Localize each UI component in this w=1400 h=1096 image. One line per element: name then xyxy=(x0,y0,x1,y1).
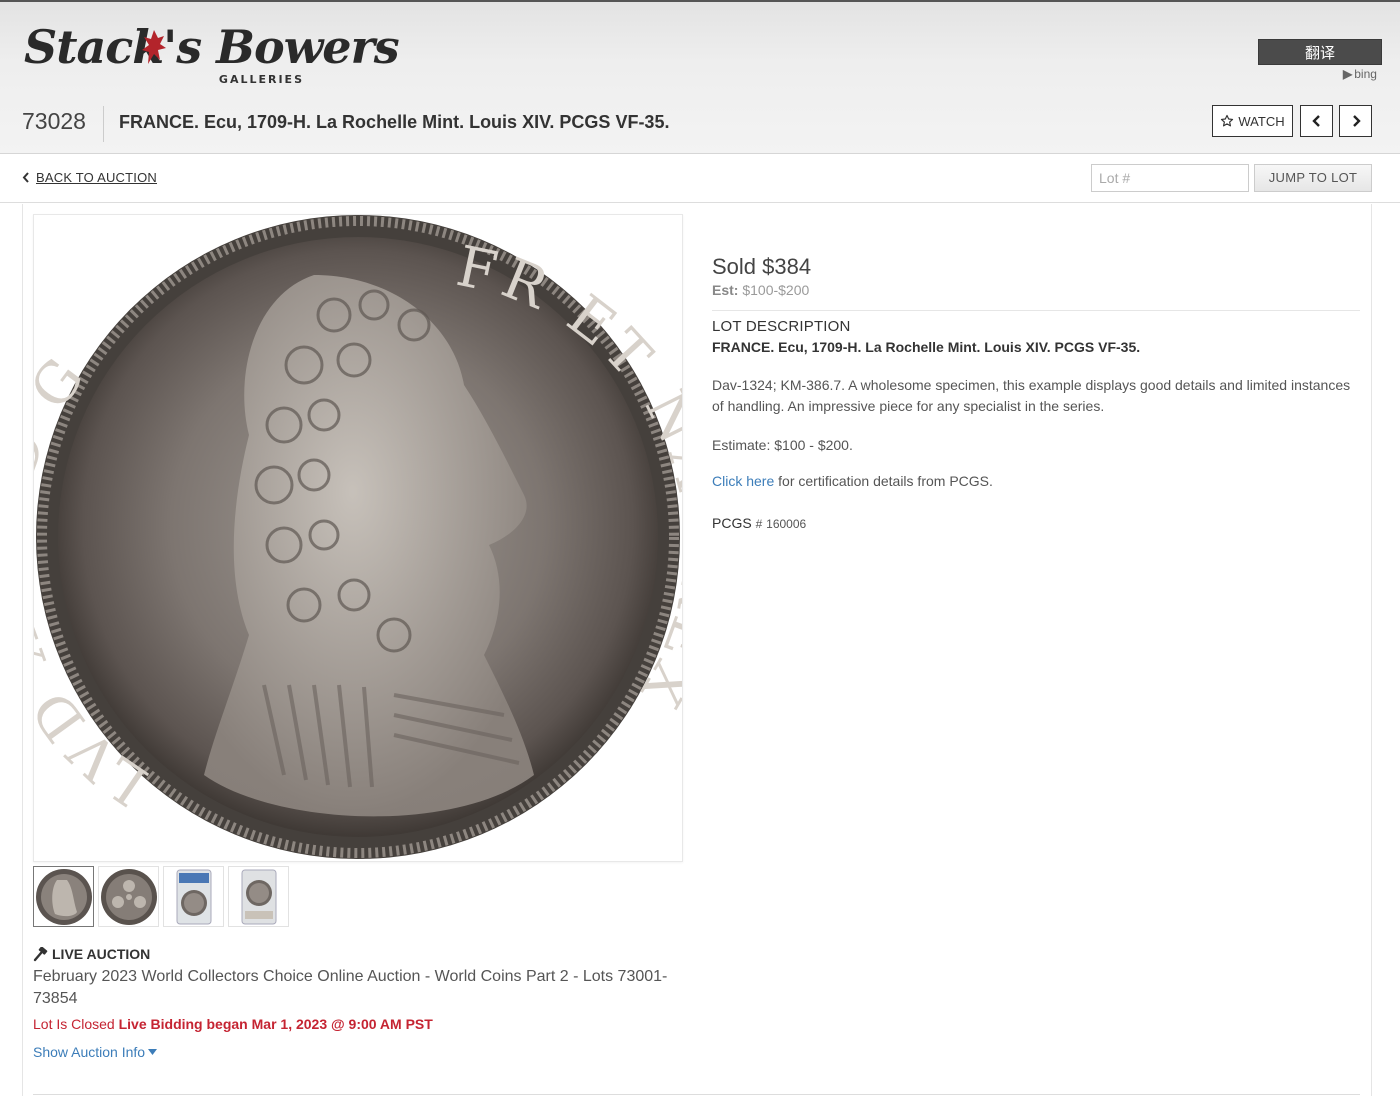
translate-button[interactable]: 翻译 xyxy=(1258,39,1382,65)
watch-button[interactable]: WATCH xyxy=(1212,105,1293,137)
bing-icon: ▶ xyxy=(1343,67,1353,81)
estimate-range: Est: $100-$200 xyxy=(712,282,1360,298)
coin-reverse-thumb[interactable] xyxy=(98,866,159,927)
bing-label: bing xyxy=(1354,67,1377,81)
certification-line: Click here for certification details fro… xyxy=(712,473,1360,489)
star-icon xyxy=(1221,114,1234,127)
details-divider xyxy=(712,310,1360,311)
lot-description-label: LOT DESCRIPTION xyxy=(712,318,851,335)
page-title: FRANCE. Ecu, 1709-H. La Rochelle Mint. L… xyxy=(119,112,670,132)
chevron-left-icon xyxy=(22,172,29,183)
lot-description-body: Dav-1324; KM-386.7. A wholesome specimen… xyxy=(712,377,1351,414)
lot-number-input[interactable] xyxy=(1091,164,1249,192)
slab-back-thumb[interactable] xyxy=(228,866,289,927)
slab-front-thumb[interactable] xyxy=(163,866,224,927)
lot-description-title: FRANCE. Ecu, 1709-H. La Rochelle Mint. L… xyxy=(712,339,1141,355)
sub-navigation: BACK TO AUCTION JUMP TO LOT xyxy=(0,154,1400,203)
previous-lot-button[interactable] xyxy=(1300,105,1333,137)
gavel-icon xyxy=(33,946,48,961)
pcgs-value: 160006 xyxy=(766,517,807,531)
live-auction-text: LIVE AUCTION xyxy=(52,946,151,962)
lot-description-estimate: Estimate: $100 - $200. xyxy=(712,437,853,453)
certification-text: for certification details from PCGS. xyxy=(778,473,993,489)
slab-front-thumb-image xyxy=(176,869,211,924)
estimate-label: Est: xyxy=(712,282,739,298)
show-auction-info-label: Show Auction Info xyxy=(33,1044,146,1060)
griffin-icon xyxy=(142,30,166,64)
coin-reverse-thumb-image xyxy=(100,868,157,925)
site-header: Stack's Bowers GALLERIES 翻译 ▶ bing 73028 … xyxy=(0,0,1400,154)
lot-closed-status: Lot Is Closed xyxy=(33,1016,115,1032)
auction-name: February 2023 World Collectors Choice On… xyxy=(33,968,668,1007)
jump-to-lot-button[interactable]: JUMP TO LOT xyxy=(1254,164,1372,192)
live-auction-label: LIVE AUCTION xyxy=(33,946,673,962)
lot-number: 73028 xyxy=(22,108,86,134)
next-lot-button[interactable] xyxy=(1339,105,1372,137)
certification-link[interactable]: Click here xyxy=(712,473,774,489)
watch-label: WATCH xyxy=(1238,113,1285,129)
logo-wordmark: Stack's Bowers xyxy=(24,20,400,74)
main-coin-image[interactable]: LVD XIIII D G FR ET NAV REX xyxy=(0,214,730,862)
live-bidding-status: Live Bidding began Mar 1, 2023 @ 9:00 AM… xyxy=(118,1016,433,1032)
pcgs-number: PCGS # 160006 xyxy=(712,515,1360,531)
estimate-value: $100-$200 xyxy=(742,282,810,298)
sold-price: Sold $384 xyxy=(712,254,812,279)
back-to-auction-link[interactable]: BACK TO AUCTION xyxy=(22,170,157,185)
bottom-divider xyxy=(33,1094,1360,1095)
show-auction-info-link[interactable]: Show Auction Info xyxy=(33,1044,673,1060)
title-divider xyxy=(103,106,104,142)
thumbnail-strip xyxy=(33,866,289,928)
coin-obverse-thumb[interactable] xyxy=(33,866,94,927)
coin-obverse-image: LVD XIIII D G FR ET NAV REX xyxy=(0,215,730,859)
lot-title-row: 73028 FRANCE. Ecu, 1709-H. La Rochelle M… xyxy=(0,102,1400,146)
slab-back-thumb-image xyxy=(241,869,276,924)
back-to-auction-label: BACK TO AUCTION xyxy=(36,170,157,185)
coin-obverse-thumb-image xyxy=(35,868,92,925)
logo-subtitle: GALLERIES xyxy=(218,73,304,86)
pcgs-label: PCGS xyxy=(712,515,752,531)
lot-status: Lot Is Closed Live Bidding began Mar 1, … xyxy=(33,1016,673,1032)
pcgs-hash: # xyxy=(755,517,763,531)
lot-details: Sold $384 Est: $100-$200 LOT DESCRIPTION… xyxy=(712,254,1360,531)
auction-info: LIVE AUCTION February 2023 World Collect… xyxy=(33,946,673,1060)
caret-down-icon xyxy=(148,1049,158,1055)
stacks-bowers-logo[interactable]: Stack's Bowers GALLERIES xyxy=(22,18,400,90)
bing-attribution: ▶ bing xyxy=(1343,67,1377,81)
chevron-right-icon xyxy=(1352,115,1361,127)
chevron-left-icon xyxy=(1311,115,1320,127)
